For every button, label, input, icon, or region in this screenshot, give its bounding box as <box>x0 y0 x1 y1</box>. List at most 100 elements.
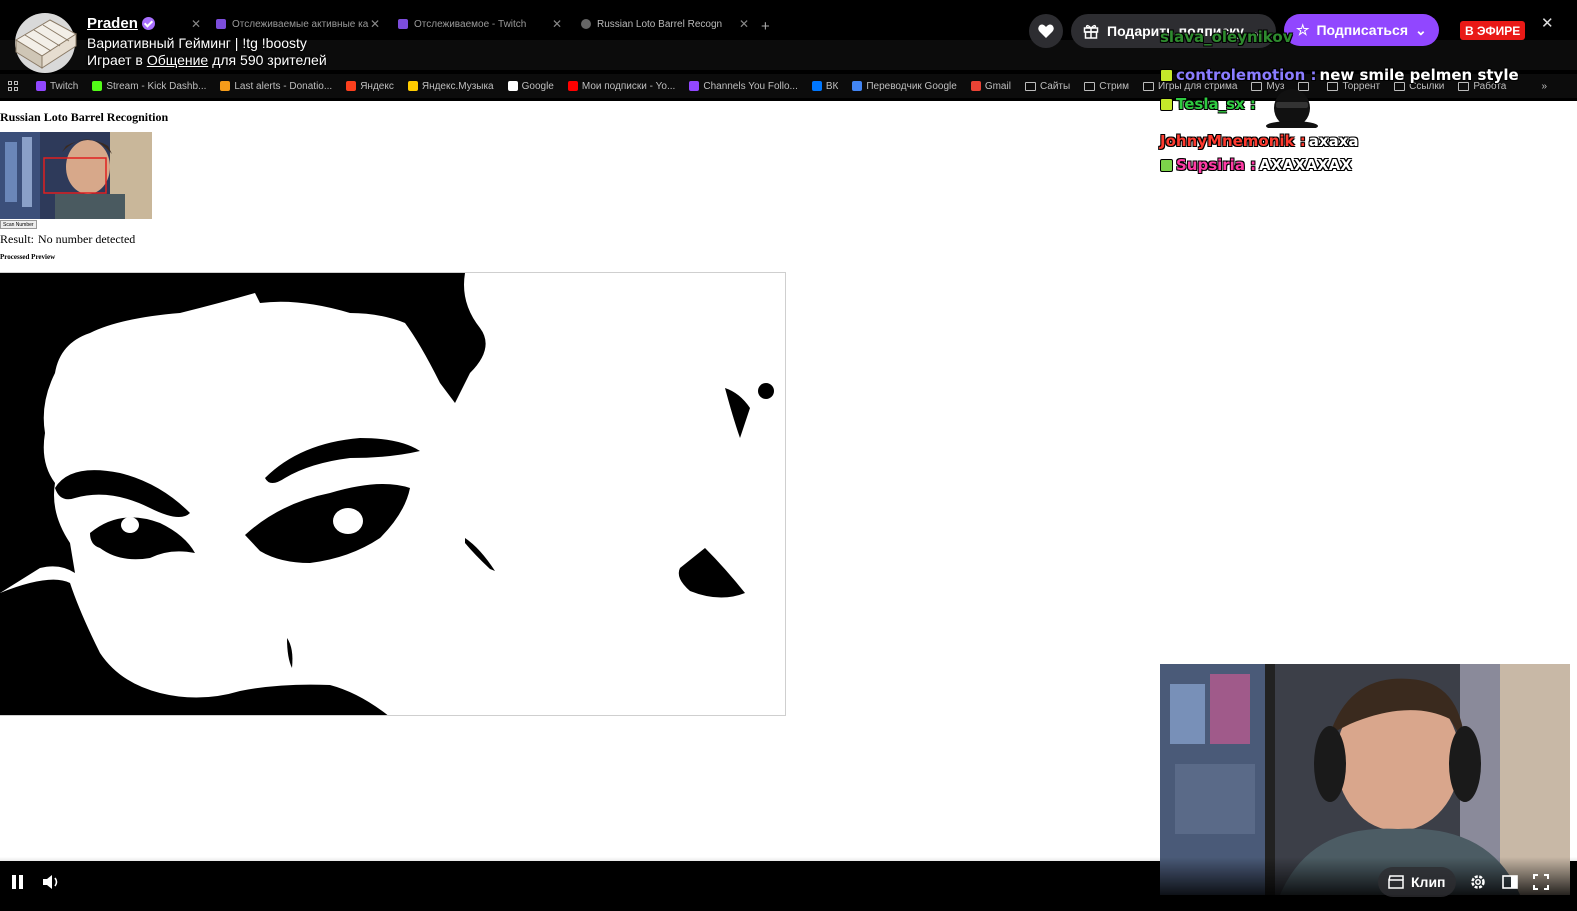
bookmark-item[interactable]: Стрим <box>1078 81 1135 92</box>
bottom-strip <box>0 897 1577 911</box>
chat-message: slava_oleynikov <box>1160 28 1292 46</box>
bookmark-item[interactable]: Gmail <box>965 81 1017 92</box>
bookmark-label: Яндекс <box>360 80 394 92</box>
streamer-name-link[interactable]: Praden <box>87 15 138 32</box>
result-value: No number detected <box>38 232 136 246</box>
playing-line: Играет в Общение для 590 зрителей <box>87 52 327 68</box>
camera-preview-image <box>0 132 152 219</box>
youtube-icon <box>567 81 578 91</box>
gmail-icon <box>970 81 981 91</box>
browser-tab-active[interactable]: Russian Loto Barrel Recogn ✕ <box>573 12 753 36</box>
tab-label: Russian Loto Barrel Recogn <box>597 18 723 30</box>
streamer-avatar[interactable] <box>10 12 80 74</box>
bookmark-item[interactable]: Last alerts - Donatio... <box>214 81 338 92</box>
category-link[interactable]: Общение <box>147 52 208 68</box>
bookmark-label: Google <box>521 80 554 92</box>
chat-username: slava_oleynikov <box>1160 28 1293 46</box>
bookmark-label: Мои подписки - Yo... <box>581 80 676 92</box>
folder-icon <box>1084 81 1096 91</box>
close-icon[interactable]: ✕ <box>1541 14 1554 32</box>
bookmark-label: Переводчик Google <box>866 80 957 92</box>
chat-badge-icon <box>1160 97 1173 111</box>
subscribe-button[interactable]: ☆ Подписаться ⌄ <box>1284 14 1439 46</box>
close-tab-icon[interactable]: ✕ <box>552 17 562 31</box>
bookmark-label: ВК <box>825 80 839 92</box>
folder-icon <box>1024 81 1036 91</box>
bookmark-item[interactable]: Яндекс <box>340 81 400 92</box>
clip-button[interactable]: Клип <box>1378 867 1456 897</box>
chat-message: controlemotion : new smile pelmen style <box>1160 66 1519 84</box>
player-controls: Клип <box>0 857 1577 897</box>
chat-message: Tesla_sx : <box>1160 95 1256 113</box>
bookmark-item[interactable]: Сайты <box>1019 81 1076 92</box>
google-icon <box>507 81 518 91</box>
more-bookmarks-icon[interactable]: » <box>1541 81 1577 92</box>
close-tab-icon[interactable]: ✕ <box>370 17 380 31</box>
subscribe-label: Подписаться <box>1316 22 1408 38</box>
gear-icon[interactable] <box>1469 873 1487 891</box>
twitch-tab-icon <box>398 19 408 29</box>
apps-grid-icon[interactable] <box>8 81 18 91</box>
result-label: Result: <box>0 232 35 246</box>
bookmark-item[interactable]: Stream - Kick Dashb... <box>86 81 212 92</box>
camera-preview-graphic <box>0 132 152 219</box>
chat-badge-icon <box>1160 158 1173 172</box>
chat-username: controlemotion : <box>1176 66 1317 84</box>
yandex-icon <box>346 81 357 91</box>
scan-number-button[interactable]: Scan Number <box>0 220 37 229</box>
browser-tab[interactable]: Отслеживаемое - Twitch ✕ <box>390 12 566 36</box>
pallet-avatar-graphic <box>15 13 77 73</box>
bookmark-item[interactable]: Переводчик Google <box>846 81 962 92</box>
twitch-icon <box>36 81 46 91</box>
chat-emote-image <box>1266 89 1318 128</box>
viewer-count: для 590 зрителей <box>212 52 327 68</box>
translate-icon <box>852 81 863 91</box>
chat-username: Tesla_sx : <box>1176 95 1256 113</box>
follow-heart-button[interactable] <box>1029 14 1063 48</box>
verified-icon <box>141 17 155 30</box>
bookmark-item[interactable]: Google <box>502 81 560 92</box>
pause-button[interactable] <box>11 875 25 889</box>
fullscreen-icon[interactable] <box>1533 874 1549 890</box>
chat-text: new smile pelmen style <box>1319 66 1519 84</box>
kick-icon <box>92 81 103 91</box>
bookmark-label: Стрим <box>1099 80 1130 92</box>
bookmark-label: Яндекс.Музыка <box>421 80 494 92</box>
bookmark-label: Last alerts - Donatio... <box>234 80 333 92</box>
bookmark-label: Stream - Kick Dashb... <box>106 80 207 92</box>
theatre-mode-icon[interactable] <box>1502 875 1518 889</box>
star-icon: ☆ <box>1296 22 1310 39</box>
chat-text: АХАХАХАХ <box>1259 156 1352 174</box>
gift-icon <box>1083 24 1099 39</box>
chat-text: ахаха <box>1308 132 1359 150</box>
twitch-icon <box>689 81 700 91</box>
live-badge: В ЭФИРЕ <box>1460 21 1526 40</box>
heart-icon <box>1038 24 1054 38</box>
bookmark-item[interactable]: Мои подписки - Yo... <box>562 81 681 92</box>
bookmark-label: Twitch <box>50 80 79 92</box>
bookmark-item[interactable]: ВК <box>806 81 845 92</box>
vk-icon <box>811 81 822 91</box>
clapper-icon <box>1388 875 1404 889</box>
page-heading: Russian Loto Barrel Recognition <box>0 110 169 124</box>
volume-icon[interactable] <box>42 873 62 891</box>
chevron-down-icon: ⌄ <box>1415 21 1427 38</box>
chat-message: Supsiria : АХАХАХАХ <box>1160 156 1352 174</box>
processed-preview-label: Processed Preview <box>0 253 56 261</box>
chat-badge-icon <box>1160 68 1173 82</box>
bookmark-label: Сайты <box>1039 80 1071 92</box>
chat-username: JohnyMnemonik : <box>1160 132 1306 150</box>
tab-label: Отслеживаемое - Twitch <box>414 18 527 30</box>
donation-icon <box>220 81 231 91</box>
new-tab-button[interactable]: + <box>761 18 770 35</box>
bookmark-item[interactable]: Яндекс.Музыка <box>402 81 500 92</box>
result-line: Result: No number detected <box>0 232 135 247</box>
bookmark-item[interactable]: Channels You Follo... <box>683 81 804 92</box>
globe-tab-icon <box>581 19 591 29</box>
chat-username: Supsiria : <box>1176 156 1257 174</box>
stream-title: Вариативный Гейминг | !tg !boosty <box>87 35 307 51</box>
bookmark-label: Gmail <box>984 80 1011 92</box>
bookmark-item[interactable]: Twitch <box>30 81 84 92</box>
clip-label: Клип <box>1411 874 1446 890</box>
close-tab-icon[interactable]: ✕ <box>739 17 749 31</box>
